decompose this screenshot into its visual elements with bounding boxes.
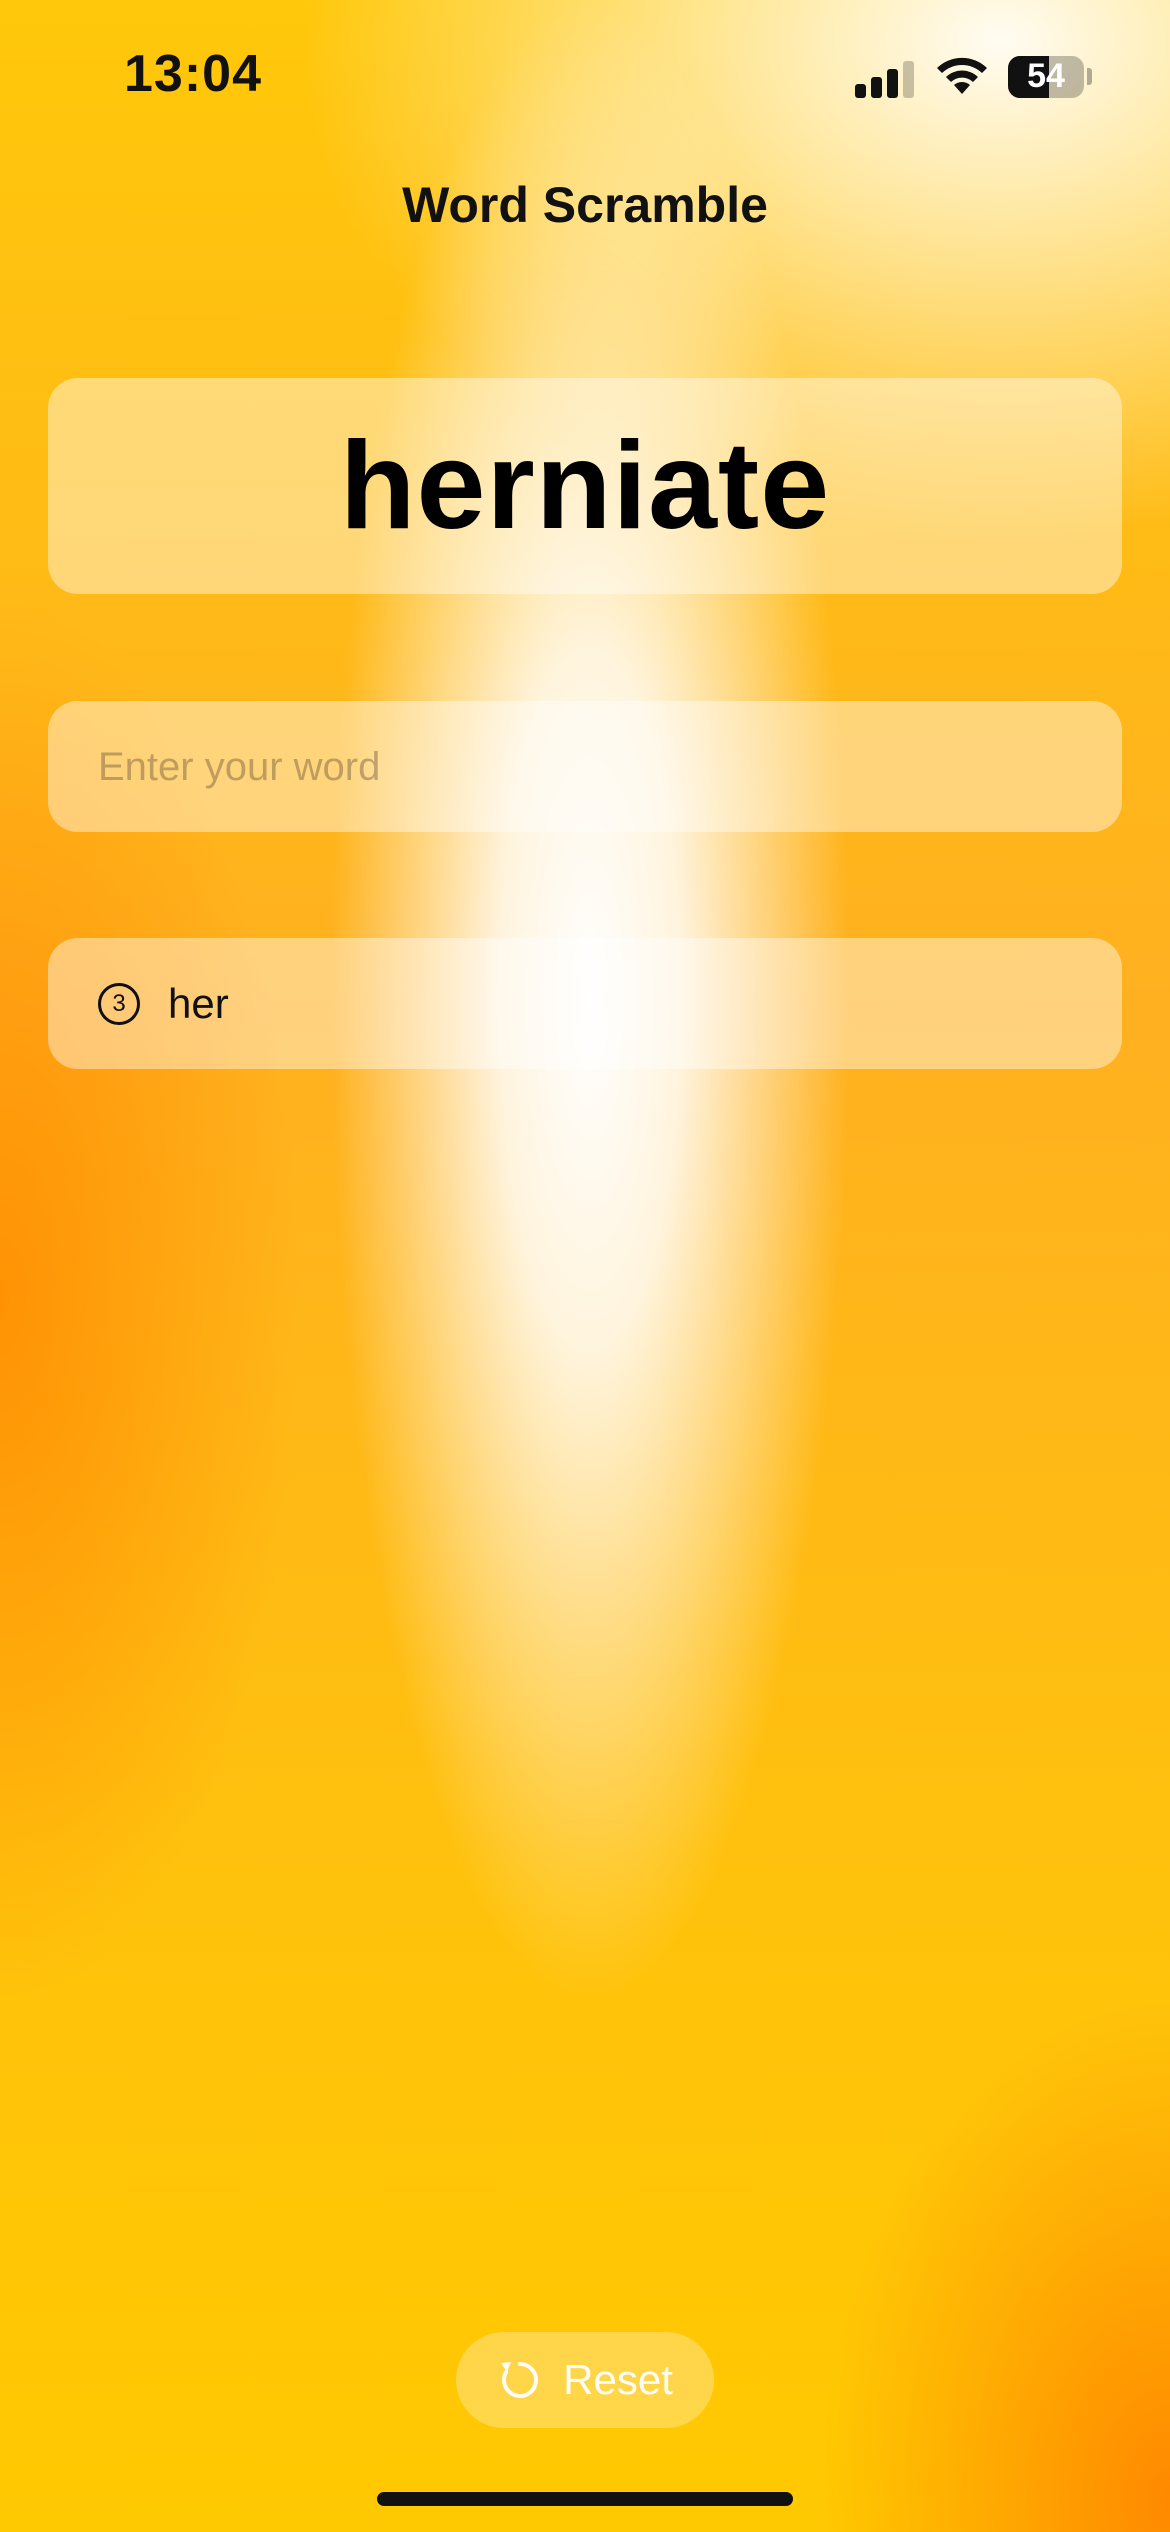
home-indicator[interactable] [377, 2492, 793, 2506]
battery-icon: 54 [1008, 56, 1084, 98]
root-word: herniate [339, 417, 831, 555]
word-length-count: 3 [112, 989, 126, 1017]
status-time: 13:04 [124, 45, 262, 103]
word-input[interactable] [96, 701, 1080, 834]
root-word-card: herniate [48, 378, 1122, 594]
cellular-signal-icon [855, 58, 915, 98]
word-input-card[interactable] [48, 701, 1122, 834]
used-word-text: her [168, 979, 229, 1027]
reset-arrow-icon [501, 2361, 539, 2398]
circled-number-icon: 3 [98, 982, 140, 1025]
wifi-icon [937, 57, 987, 94]
page-title: Word Scramble [402, 177, 768, 233]
battery-cap [1087, 68, 1092, 85]
battery-level: 54 [1027, 57, 1065, 95]
reset-label: Reset [563, 2356, 673, 2403]
reset-button[interactable]: Reset [456, 2332, 714, 2428]
status-bar: 13:04 54 [0, 0, 1170, 150]
used-word-row: 3 her [48, 938, 1122, 1069]
